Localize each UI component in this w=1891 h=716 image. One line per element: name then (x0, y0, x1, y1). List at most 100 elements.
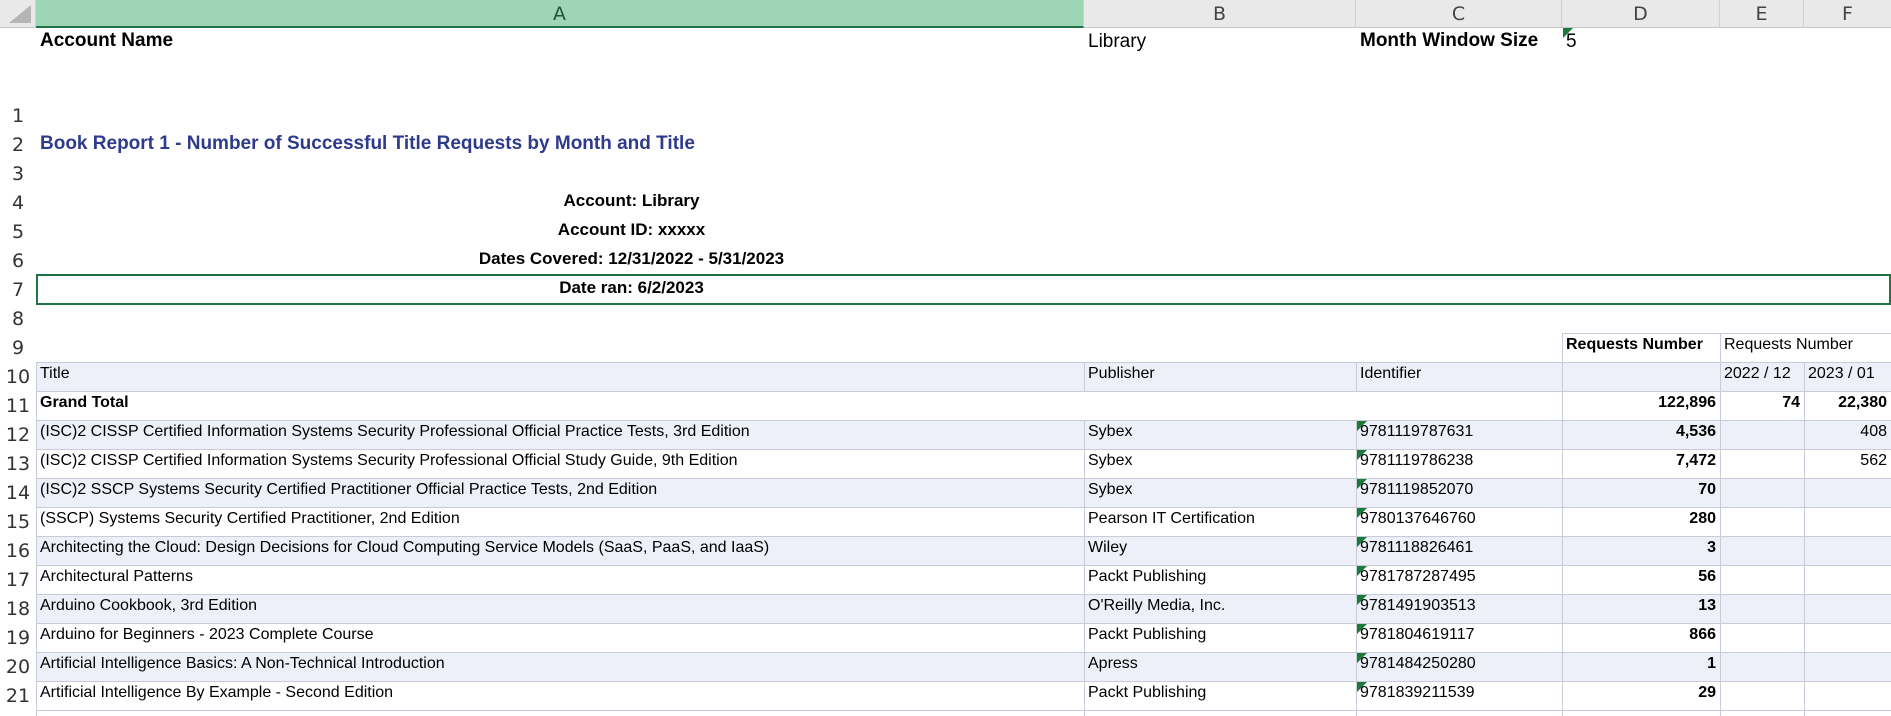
row-header-20[interactable]: 20 (0, 656, 36, 678)
column-header-c[interactable]: C (1356, 0, 1562, 28)
table-row-title[interactable]: Artificial Intelligence By Example - Sec… (40, 684, 393, 702)
table-row-publisher[interactable]: Pearson IT Certification (1088, 510, 1255, 528)
row-header-18[interactable]: 18 (0, 598, 36, 620)
account-id-line[interactable]: Account ID: xxxxx (36, 220, 1227, 240)
table-line (36, 594, 1891, 595)
column-title-header[interactable]: Title (40, 365, 70, 383)
grand-total-label[interactable]: Grand Total (40, 394, 129, 412)
select-all-icon (9, 5, 31, 23)
row-header-14[interactable]: 14 (0, 482, 36, 504)
dates-covered-line[interactable]: Dates Covered: 12/31/2022 - 5/31/2023 (36, 249, 1227, 269)
table-row-identifier[interactable]: 9781787287495 (1360, 568, 1476, 586)
row-header-19[interactable]: 19 (0, 627, 36, 649)
table-row-title[interactable]: Architectural Patterns (40, 568, 193, 586)
table-row-identifier[interactable]: 9781119787631 (1360, 423, 1473, 441)
table-row-publisher[interactable]: Apress (1088, 655, 1138, 673)
table-line (36, 362, 1891, 363)
row-header-4[interactable]: 4 (0, 192, 36, 214)
table-row-identifier[interactable]: 9781839211539 (1360, 684, 1475, 702)
account-line[interactable]: Account: Library (36, 191, 1227, 211)
report-title[interactable]: Book Report 1 - Number of Successful Tit… (40, 133, 695, 155)
row-header-15[interactable]: 15 (0, 511, 36, 533)
table-row-identifier[interactable]: 9781484250280 (1360, 655, 1476, 673)
date-ran-line[interactable]: Date ran: 6/2/2023 (36, 278, 1227, 298)
table-row-total[interactable]: 3 (1562, 539, 1716, 557)
grand-total-2022-12[interactable]: 74 (1720, 394, 1800, 412)
row-header-11[interactable]: 11 (0, 395, 36, 417)
table-vline (1804, 362, 1805, 716)
table-row-identifier[interactable]: 9781119852070 (1360, 481, 1473, 499)
table-row-identifier[interactable]: 9781491903513 (1360, 597, 1476, 615)
account-name-label[interactable]: Account Name (40, 30, 173, 52)
month-header-2023-01[interactable]: 2023 / 01 (1808, 365, 1875, 383)
requests-number-header[interactable]: Requests Number (1724, 336, 1853, 354)
column-header-e[interactable]: E (1720, 0, 1804, 28)
table-row-total[interactable]: 7,472 (1562, 452, 1716, 470)
table-line (1562, 333, 1891, 334)
table-row-total[interactable]: 4,536 (1562, 423, 1716, 441)
table-row-title[interactable]: Architecting the Cloud: Design Decisions… (40, 539, 769, 557)
row-header-8[interactable]: 8 (0, 308, 36, 330)
column-publisher-header[interactable]: Publisher (1088, 365, 1155, 383)
table-row-title[interactable]: (ISC)2 CISSP Certified Information Syste… (40, 452, 737, 470)
month-window-size-value[interactable]: 5 (1566, 31, 1577, 53)
table-row-total[interactable]: 70 (1562, 481, 1716, 499)
table-line (36, 710, 1891, 711)
row-header-21[interactable]: 21 (0, 685, 36, 707)
table-row-identifier[interactable]: 9781119786238 (1360, 452, 1473, 470)
month-header-2022-12[interactable]: 2022 / 12 (1724, 365, 1791, 383)
table-row-total[interactable]: 280 (1562, 510, 1716, 528)
select-all-button[interactable] (0, 0, 36, 28)
row-header-9[interactable]: 9 (0, 337, 36, 359)
row-header-6[interactable]: 6 (0, 250, 36, 272)
column-header-b[interactable]: B (1084, 0, 1356, 28)
column-header-d[interactable]: D (1562, 0, 1720, 28)
table-row-publisher[interactable]: Sybex (1088, 423, 1132, 441)
table-row-title[interactable]: (SSCP) Systems Security Certified Practi… (40, 510, 460, 528)
row-header-10[interactable]: 10 (0, 366, 36, 388)
column-identifier-header[interactable]: Identifier (1360, 365, 1421, 383)
table-row-publisher[interactable]: O'Reilly Media, Inc. (1088, 597, 1225, 615)
table-row-identifier[interactable]: 9781804619117 (1360, 626, 1475, 644)
requests-number-header-bold[interactable]: Requests Number (1566, 336, 1703, 354)
table-row-title[interactable]: (ISC)2 CISSP Certified Information Syste… (40, 423, 750, 441)
row-header-7[interactable]: 7 (0, 279, 36, 301)
column-header-f[interactable]: F (1804, 0, 1891, 28)
row-header-17[interactable]: 17 (0, 569, 36, 591)
grand-total-value[interactable]: 122,896 (1562, 394, 1716, 412)
table-row-total[interactable]: 29 (1562, 684, 1716, 702)
table-line (36, 652, 1891, 653)
row-header-2[interactable]: 2 (0, 134, 36, 156)
table-row-total[interactable]: 13 (1562, 597, 1716, 615)
row-header-1[interactable]: 1 (0, 105, 36, 127)
table-row-total[interactable]: 56 (1562, 568, 1716, 586)
table-row-publisher[interactable]: Sybex (1088, 481, 1132, 499)
month-window-size-label[interactable]: Month Window Size (1360, 30, 1538, 52)
table-row-total[interactable]: 866 (1562, 626, 1716, 644)
table-row-2023-01[interactable]: 562 (1804, 452, 1887, 470)
account-name-value[interactable]: Library (1088, 31, 1146, 53)
row-header-3[interactable]: 3 (0, 163, 36, 185)
table-row-publisher[interactable]: Wiley (1088, 539, 1127, 557)
table-row-total[interactable]: 1 (1562, 655, 1716, 673)
grand-total-2023-01[interactable]: 22,380 (1804, 394, 1887, 412)
table-row-identifier[interactable]: 9781118826461 (1360, 539, 1473, 557)
row-header-5[interactable]: 5 (0, 221, 36, 243)
table-line (36, 623, 1891, 624)
table-row-publisher[interactable]: Packt Publishing (1088, 626, 1206, 644)
table-row-2023-01[interactable]: 408 (1804, 423, 1887, 441)
table-row-publisher[interactable]: Sybex (1088, 452, 1132, 470)
table-row-title[interactable]: Arduino Cookbook, 3rd Edition (40, 597, 257, 615)
table-row-publisher[interactable]: Packt Publishing (1088, 568, 1206, 586)
table-row-title[interactable]: Arduino for Beginners - 2023 Complete Co… (40, 626, 374, 644)
column-header-a[interactable]: A (36, 0, 1084, 28)
table-row-publisher[interactable]: Packt Publishing (1088, 684, 1206, 702)
row-header-13[interactable]: 13 (0, 453, 36, 475)
row-header-16[interactable]: 16 (0, 540, 36, 562)
table-row-identifier[interactable]: 9780137646760 (1360, 510, 1476, 528)
spreadsheet-grid[interactable]: A B C D E F Account Name Library Month W… (0, 0, 1891, 716)
table-line (36, 565, 1891, 566)
table-row-title[interactable]: (ISC)2 SSCP Systems Security Certified P… (40, 481, 657, 499)
table-row-title[interactable]: Artificial Intelligence Basics: A Non-Te… (40, 655, 445, 673)
row-header-12[interactable]: 12 (0, 424, 36, 446)
